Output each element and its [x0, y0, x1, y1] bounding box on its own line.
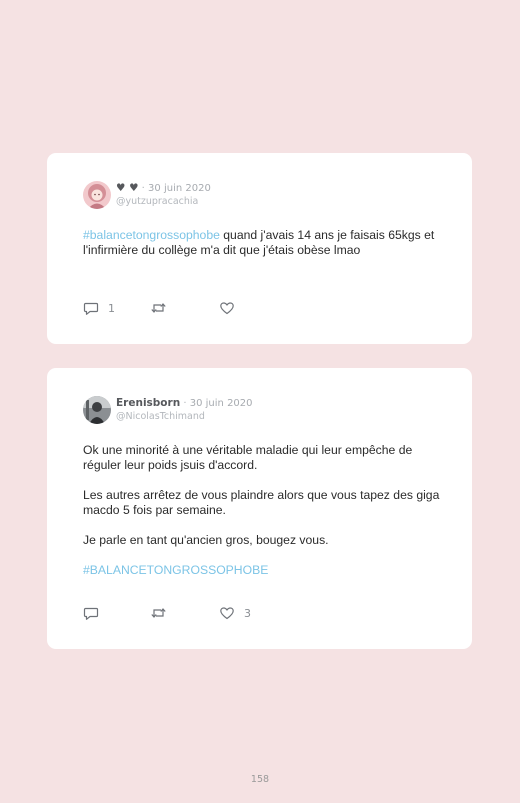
like-button[interactable]: 3	[219, 605, 251, 621]
tweet-date[interactable]: 30 juin 2020	[190, 398, 253, 409]
comment-bubble-icon	[83, 302, 99, 315]
avatar-image	[83, 181, 111, 209]
separator: ·	[141, 183, 145, 194]
hashtag-link[interactable]: #BALANCETONGROSSOPHOBE	[83, 563, 443, 578]
avatar-image	[83, 396, 111, 424]
tweet-paragraph: Je parle en tant qu'ancien gros, bougez …	[83, 533, 329, 547]
tweet-date[interactable]: 30 juin 2020	[148, 183, 211, 194]
tweet-text: #balancetongrossophobe quand j'avais 14 …	[83, 228, 443, 258]
heart-icon	[220, 607, 234, 620]
avatar[interactable]	[83, 181, 111, 209]
display-name[interactable]: ♥ ♥	[116, 182, 138, 194]
tweet-card: Erenisborn · 30 juin 2020 @NicolasTchima…	[47, 368, 472, 649]
like-count: 3	[244, 606, 251, 620]
comment-bubble-icon	[83, 607, 99, 620]
page-number: 158	[250, 774, 270, 785]
tweet-card: ♥ ♥ · 30 juin 2020 @yutzupracachia #bala…	[47, 153, 472, 344]
reply-count: 1	[108, 301, 115, 315]
retweet-button[interactable]	[150, 300, 167, 316]
retweet-icon	[151, 303, 166, 313]
tweet-actions: 1	[83, 300, 283, 316]
tweet-actions: 3	[83, 605, 283, 621]
hashtag-link[interactable]: #balancetongrossophobe	[83, 228, 220, 242]
heart-icon	[220, 302, 234, 315]
avatar[interactable]	[83, 396, 111, 424]
like-button[interactable]	[219, 300, 235, 316]
user-handle[interactable]: @yutzupracachia	[116, 196, 198, 207]
tweet-text: Ok une minorité à une véritable maladie …	[83, 443, 443, 593]
reply-button[interactable]	[83, 605, 99, 621]
separator: ·	[183, 398, 187, 409]
tweet-header: ♥ ♥ · 30 juin 2020	[116, 182, 211, 194]
retweet-button[interactable]	[150, 605, 167, 621]
reply-button[interactable]: 1	[83, 300, 115, 316]
retweet-icon	[151, 608, 166, 618]
tweet-paragraph: Les autres arrêtez de vous plaindre alor…	[83, 488, 440, 517]
user-handle[interactable]: @NicolasTchimand	[116, 411, 205, 422]
tweet-header: Erenisborn · 30 juin 2020	[116, 397, 253, 409]
tweet-paragraph: Ok une minorité à une véritable maladie …	[83, 443, 413, 472]
display-name[interactable]: Erenisborn	[116, 397, 180, 409]
